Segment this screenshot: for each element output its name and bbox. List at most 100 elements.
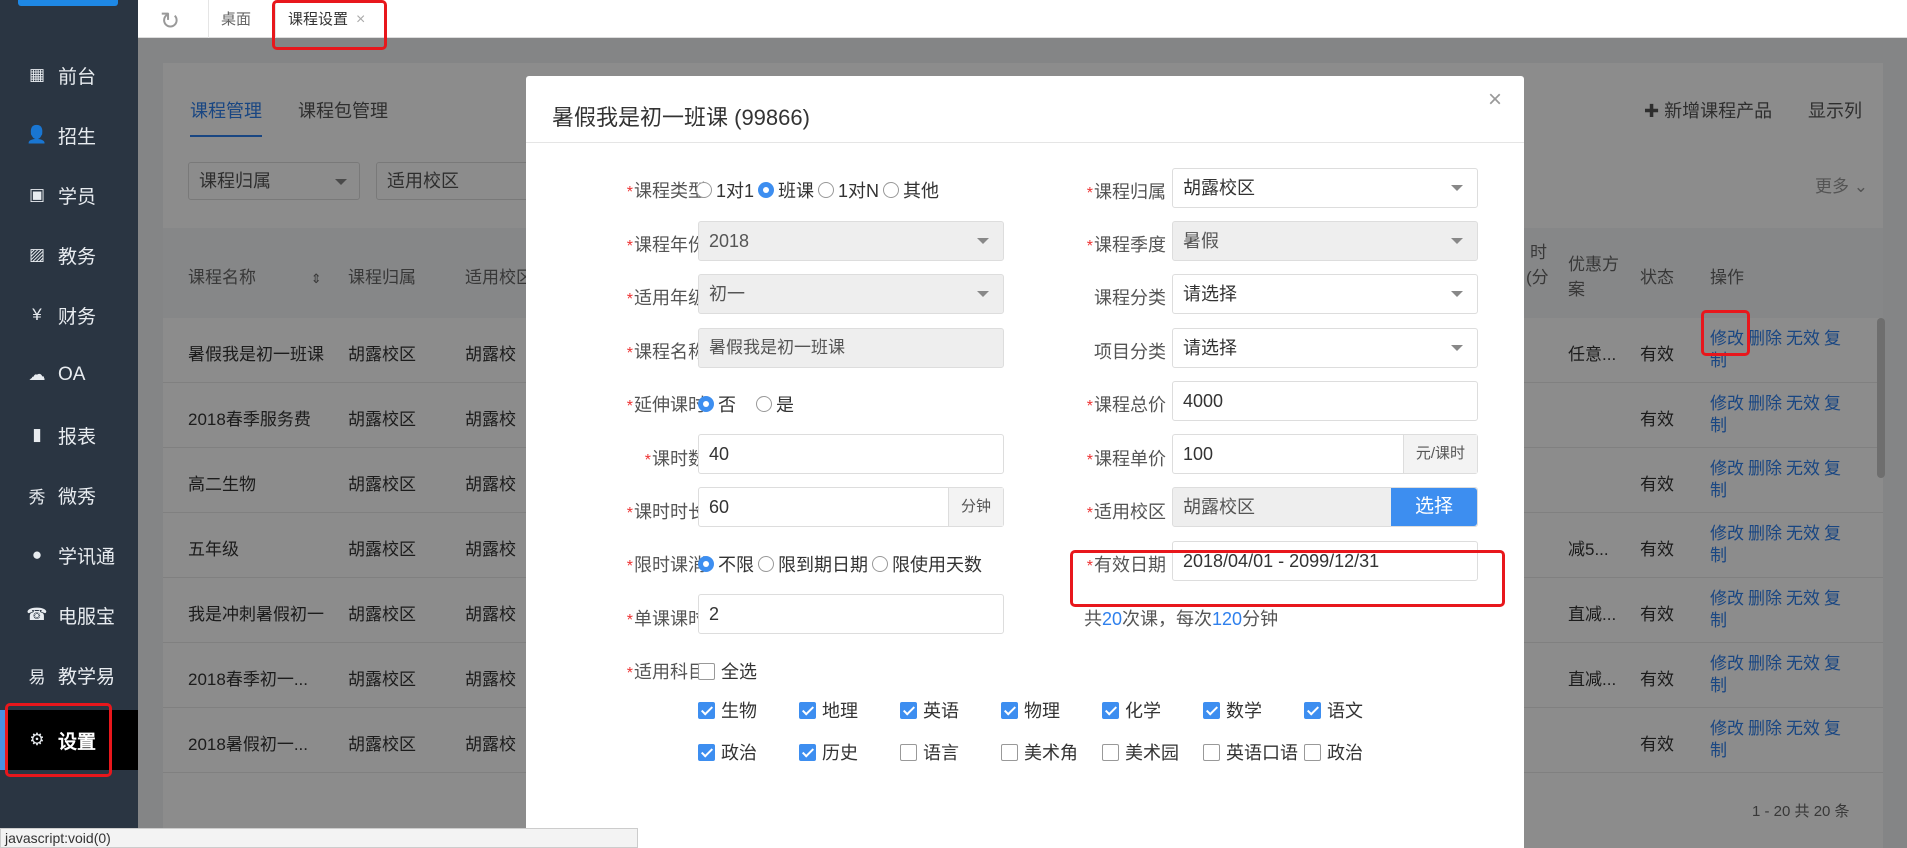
sidebar-item-frontdesk[interactable]: ▦ 前台 bbox=[0, 45, 138, 105]
subject-checkbox[interactable]: 地理 bbox=[799, 697, 900, 723]
subject-checkbox[interactable]: 英语 bbox=[900, 697, 1001, 723]
lesson-summary: 共20次课，每次120分钟 bbox=[1084, 609, 1279, 629]
course-year-label: *课程年份 bbox=[626, 235, 706, 255]
modal-title: 暑假我是初一班课 (99866) bbox=[552, 105, 810, 130]
radio-1v1[interactable]: 1对1 bbox=[696, 177, 754, 203]
project-select[interactable]: 请选择 bbox=[1172, 328, 1478, 368]
sidebar-item-jiaoxueyi[interactable]: 易教学易 bbox=[0, 645, 138, 705]
single-input[interactable]: 2 bbox=[698, 594, 1004, 634]
sidebar-item-enroll[interactable]: 👤 招生 bbox=[0, 105, 138, 165]
grade-label: *适用年级 bbox=[626, 288, 706, 308]
subject-checkbox[interactable]: 美术角 bbox=[1001, 739, 1102, 765]
sidebar: ▦ 前台 👤 招生 ▣ 学员 ▨ 教务 ¥ 财务 ☁ OA ▮ 报表 秀微秀 ● 学讯通 ☎ 电服… bbox=[0, 0, 138, 848]
course-season-label: *课程季度 bbox=[1086, 235, 1166, 255]
course-type-radio-group: 1对1 班课 1对N 其他 bbox=[696, 177, 943, 203]
subject-checkbox[interactable]: 物理 bbox=[1001, 697, 1102, 723]
subject-checkbox[interactable]: 化学 bbox=[1102, 697, 1203, 723]
total-price-input[interactable]: 4000 bbox=[1172, 381, 1478, 421]
sidebar-item-settings[interactable]: ⚙ 设置 bbox=[0, 710, 138, 770]
radio-no[interactable]: 否 bbox=[698, 391, 736, 417]
close-icon[interactable]: × bbox=[356, 11, 365, 28]
calendar-icon: ▦ bbox=[28, 65, 46, 84]
course-name-label: *课程名称 bbox=[626, 342, 706, 362]
subject-checkbox[interactable]: 美术园 bbox=[1102, 739, 1203, 765]
lessons-input[interactable]: 40 bbox=[698, 434, 1004, 474]
subjects-label: *适用科目 bbox=[626, 662, 706, 682]
book-icon: 易 bbox=[28, 667, 46, 687]
chevron-down-icon bbox=[1451, 345, 1463, 351]
valid-date-input[interactable]: 2018/04/01 - 2099/12/31 bbox=[1172, 541, 1478, 581]
unit-price-label: *课程单价 bbox=[1086, 449, 1166, 469]
select-campus-button[interactable]: 选择 bbox=[1391, 488, 1477, 526]
radio-1vn[interactable]: 1对N bbox=[818, 177, 879, 203]
course-name-input[interactable]: 暑假我是初一班课 bbox=[698, 328, 1004, 368]
unit-addon: 元/课时 bbox=[1402, 435, 1477, 473]
tab-course-settings[interactable]: 课程设置 × bbox=[275, 0, 377, 38]
yen-icon: ¥ bbox=[32, 305, 42, 324]
image-icon: ▨ bbox=[28, 245, 46, 264]
sidebar-item-reports[interactable]: ▮ 报表 bbox=[0, 405, 138, 465]
sidebar-item-weixiu[interactable]: 秀微秀 bbox=[0, 465, 138, 525]
location-icon: ● bbox=[31, 545, 43, 564]
tab-desktop[interactable]: 桌面 bbox=[208, 0, 263, 38]
logo bbox=[18, 0, 118, 6]
grade-select[interactable]: 初一 bbox=[698, 274, 1004, 314]
project-label: 项目分类 bbox=[1094, 342, 1166, 362]
subject-checkbox[interactable]: 历史 bbox=[799, 739, 900, 765]
sidebar-item-oa[interactable]: ☁ OA bbox=[0, 345, 138, 405]
subjects-row-2: 政治 历史 语言 美术角 美术园 英语口语 政治 bbox=[698, 739, 1405, 765]
duration-label: *课时时长 bbox=[626, 502, 706, 522]
chevron-down-icon bbox=[1451, 238, 1463, 244]
refresh-icon[interactable]: ↻ bbox=[160, 7, 180, 36]
extend-label: *延伸课时 bbox=[626, 395, 706, 415]
chevron-down-icon bbox=[977, 238, 989, 244]
total-price-label: *课程总价 bbox=[1086, 395, 1166, 415]
sidebar-item-xuexuntong[interactable]: ● 学讯通 bbox=[0, 525, 138, 585]
minute-addon: 分钟 bbox=[947, 488, 1003, 526]
radio-other[interactable]: 其他 bbox=[883, 177, 939, 203]
sidebar-item-students[interactable]: ▣ 学员 bbox=[0, 165, 138, 225]
subject-checkbox[interactable]: 数学 bbox=[1203, 697, 1304, 723]
course-year-select[interactable]: 2018 bbox=[698, 221, 1004, 261]
radio-class[interactable]: 班课 bbox=[758, 177, 814, 203]
subject-checkbox[interactable]: 语言 bbox=[900, 739, 1001, 765]
lessons-label: *课时数 bbox=[644, 449, 706, 469]
phone-icon: ☎ bbox=[26, 605, 48, 624]
gear-icon: ⚙ bbox=[29, 730, 45, 749]
unit-price-input[interactable]: 100 元/课时 bbox=[1172, 434, 1478, 474]
sidebar-item-dianfubao[interactable]: ☎ 电服宝 bbox=[0, 585, 138, 645]
user-add-icon: 👤 bbox=[26, 125, 48, 144]
subject-checkbox[interactable]: 英语口语 bbox=[1203, 739, 1304, 765]
divider bbox=[526, 142, 1524, 143]
select-all-checkbox[interactable]: 全选 bbox=[698, 658, 799, 684]
subject-checkbox[interactable]: 政治 bbox=[1304, 739, 1405, 765]
subject-checkbox[interactable]: 生物 bbox=[698, 697, 799, 723]
limit-label: *限时课消 bbox=[626, 555, 706, 575]
chevron-down-icon bbox=[977, 291, 989, 297]
duration-input[interactable]: 60 分钟 bbox=[698, 487, 1004, 527]
subject-checkbox[interactable]: 政治 bbox=[698, 739, 799, 765]
radio-expiry-date[interactable]: 限到期日期 bbox=[758, 551, 868, 577]
subject-checkbox[interactable]: 语文 bbox=[1304, 697, 1405, 723]
category-select[interactable]: 请选择 bbox=[1172, 274, 1478, 314]
campus-input[interactable]: 胡露校区 选择 bbox=[1172, 487, 1478, 527]
radio-yes[interactable]: 是 bbox=[756, 391, 794, 417]
single-label: *单课课时 bbox=[626, 609, 706, 629]
radio-unlimited[interactable]: 不限 bbox=[698, 551, 754, 577]
course-season-select[interactable]: 暑假 bbox=[1172, 221, 1478, 261]
course-belong-select[interactable]: 胡露校区 bbox=[1172, 168, 1478, 208]
subjects-row-1: 生物 地理 英语 物理 化学 数学 语文 bbox=[698, 697, 1405, 723]
campus-label: *适用校区 bbox=[1086, 502, 1166, 522]
xiu-icon: 秀 bbox=[28, 487, 46, 507]
sidebar-item-academic[interactable]: ▨ 教务 bbox=[0, 225, 138, 285]
course-type-label: *课程类型 bbox=[626, 181, 706, 201]
radio-usage-days[interactable]: 限使用天数 bbox=[872, 551, 982, 577]
status-bar: javascript:void(0) bbox=[0, 828, 638, 848]
close-icon[interactable]: × bbox=[1488, 86, 1502, 114]
limit-radio-group: 不限 限到期日期 限使用天数 bbox=[698, 551, 986, 577]
extend-radio-group: 否 是 bbox=[698, 391, 798, 417]
bar-chart-icon: ▮ bbox=[32, 425, 42, 444]
sidebar-item-finance[interactable]: ¥ 财务 bbox=[0, 285, 138, 345]
category-label: 课程分类 bbox=[1094, 288, 1166, 308]
course-belong-label: *课程归属 bbox=[1086, 182, 1166, 202]
